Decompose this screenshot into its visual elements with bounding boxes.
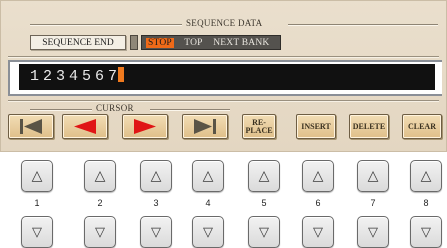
button-number-5: 5: [261, 198, 267, 208]
hw-up-button-6[interactable]: △: [302, 160, 334, 192]
up-triangle-icon: △: [420, 168, 432, 184]
hw-down-button-4[interactable]: ▽: [192, 216, 224, 248]
button-number-3: 3: [153, 198, 159, 208]
clear-button[interactable]: CLEAR: [402, 114, 442, 139]
down-triangle-icon: ▽: [151, 224, 161, 240]
hw-down-button-1[interactable]: ▽: [21, 216, 53, 248]
up-triangle-icon: △: [94, 168, 106, 184]
down-triangle-icon: ▽: [95, 224, 105, 240]
sequence-end-marker: [130, 35, 138, 50]
hw-down-button-8[interactable]: ▽: [410, 216, 442, 248]
text-caret: [118, 67, 125, 82]
clear-label: CLEAR: [407, 121, 436, 131]
hw-up-button-2[interactable]: △: [84, 160, 116, 192]
insert-button[interactable]: INSERT: [296, 114, 336, 139]
insert-label: INSERT: [301, 121, 331, 131]
button-number-6: 6: [315, 198, 321, 208]
sequence-end-label: SEQUENCE END: [30, 35, 126, 50]
hw-up-button-5[interactable]: △: [248, 160, 280, 192]
hw-up-button-4[interactable]: △: [192, 160, 224, 192]
button-number-7: 7: [370, 198, 376, 208]
down-triangle-icon: ▽: [368, 224, 378, 240]
hw-up-button-1[interactable]: △: [21, 160, 53, 192]
cursor-last-button[interactable]: [182, 114, 228, 139]
down-triangle-icon: ▽: [203, 224, 213, 240]
down-triangle-icon: ▽: [313, 224, 323, 240]
button-number-2: 2: [97, 198, 103, 208]
sequence-entry-content: 1234567: [30, 67, 125, 87]
hw-down-button-7[interactable]: ▽: [357, 216, 389, 248]
up-triangle-icon: △: [202, 168, 214, 184]
option-top[interactable]: TOP: [184, 38, 202, 48]
up-triangle-icon: △: [150, 168, 162, 184]
cursor-left-button[interactable]: [62, 114, 108, 139]
button-number-8: 8: [423, 198, 429, 208]
cursor-rule-left: [30, 109, 92, 111]
down-triangle-icon: ▽: [32, 224, 42, 240]
delete-button[interactable]: DELETE: [349, 114, 389, 139]
down-triangle-icon: ▽: [421, 224, 431, 240]
hw-down-button-2[interactable]: ▽: [84, 216, 116, 248]
sequence-data-rule-left: [30, 24, 182, 26]
replace-button[interactable]: RE- PLACE: [242, 114, 276, 139]
hw-down-button-5[interactable]: ▽: [248, 216, 280, 248]
button-number-1: 1: [34, 198, 40, 208]
option-next-bank[interactable]: NEXT BANK: [213, 38, 269, 48]
up-triangle-icon: △: [367, 168, 379, 184]
arrow-left-icon: [74, 119, 96, 134]
hw-up-button-8[interactable]: △: [410, 160, 442, 192]
hw-up-button-7[interactable]: △: [357, 160, 389, 192]
up-triangle-icon: △: [312, 168, 324, 184]
skip-first-icon: [20, 119, 42, 134]
down-triangle-icon: ▽: [259, 224, 269, 240]
cursor-title: CURSOR: [96, 103, 134, 113]
up-triangle-icon: △: [258, 168, 270, 184]
delete-label: DELETE: [352, 121, 386, 131]
skip-last-icon: [194, 119, 216, 134]
sequence-entry-field[interactable]: 1234567: [19, 64, 435, 90]
sequence-end-options[interactable]: STOP TOP NEXT BANK: [141, 35, 281, 50]
cursor-first-button[interactable]: [8, 114, 54, 139]
hw-down-button-6[interactable]: ▽: [302, 216, 334, 248]
sequence-value: 1234567: [30, 68, 122, 85]
sequence-data-title: SEQUENCE DATA: [186, 18, 263, 28]
cursor-right-button[interactable]: [122, 114, 168, 139]
hw-up-button-3[interactable]: △: [140, 160, 172, 192]
hw-down-button-3[interactable]: ▽: [140, 216, 172, 248]
sequence-data-rule-right: [288, 24, 438, 26]
divider-middle: [8, 100, 439, 102]
up-triangle-icon: △: [31, 168, 43, 184]
button-number-4: 4: [205, 198, 211, 208]
option-stop[interactable]: STOP: [146, 38, 174, 48]
lcd-screen: SEQUENCE DATA SEQUENCE END STOP TOP NEXT…: [0, 0, 447, 152]
divider-top: [8, 56, 439, 58]
cursor-rule-right: [150, 109, 230, 111]
replace-label-line2: PLACE: [245, 125, 273, 135]
arrow-right-icon: [134, 119, 156, 134]
